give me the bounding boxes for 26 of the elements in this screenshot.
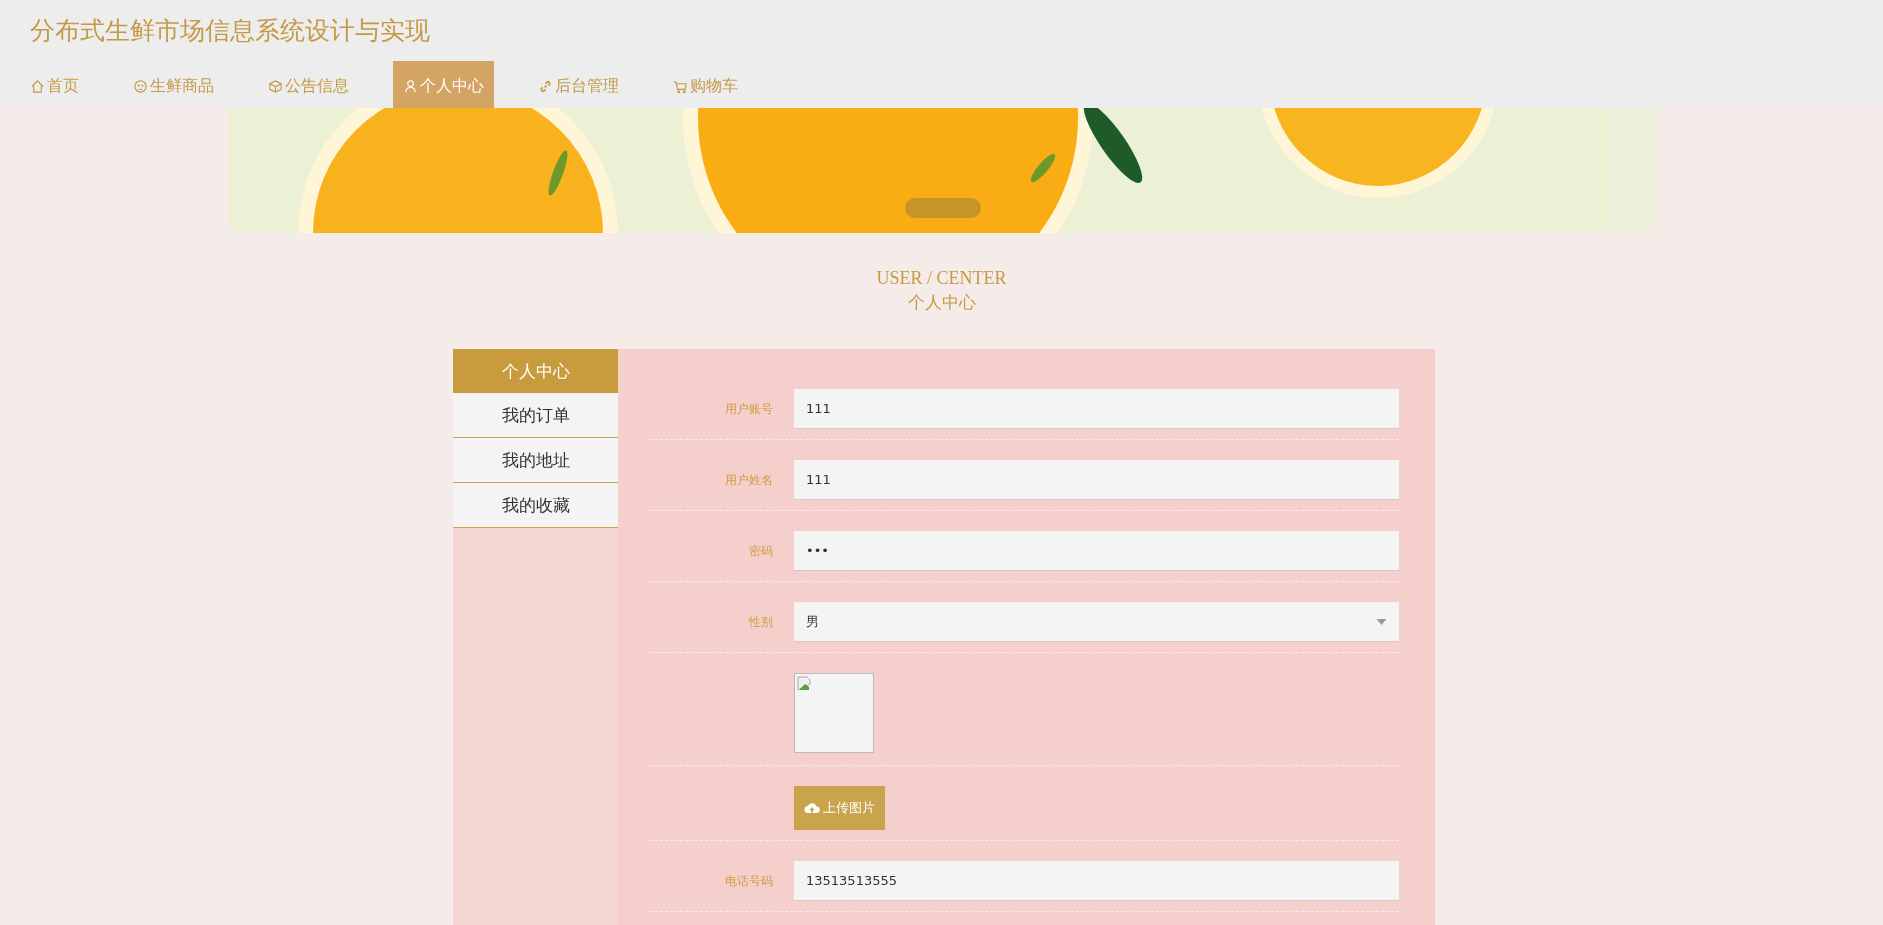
section-title-en: USER / CENTER	[875, 267, 1008, 289]
broken-image-icon	[797, 676, 813, 692]
cloud-upload-icon	[804, 802, 820, 814]
section-title: 个人中心	[906, 291, 977, 314]
carousel-indicator[interactable]	[904, 198, 981, 218]
field-label: 用户姓名	[725, 472, 773, 487]
side-menu-item[interactable]: 我的订单	[453, 393, 618, 438]
select-field[interactable]: 男	[794, 602, 1399, 642]
input-field[interactable]: •••	[794, 531, 1399, 571]
cart-icon	[673, 78, 688, 94]
cube-icon	[268, 78, 283, 94]
side-menu-item[interactable]: 我的地址	[453, 438, 618, 483]
input-field[interactable]: 13513513555	[794, 861, 1399, 901]
field-label: 用户账号	[725, 401, 773, 416]
input-field[interactable]: 111	[794, 460, 1399, 500]
site-title: 分布式生鲜市场信息系统设计与实现	[30, 15, 431, 47]
caret-icon	[1376, 618, 1387, 625]
field-label: 性别	[749, 614, 773, 629]
face-icon	[133, 78, 148, 94]
input-field[interactable]: 111	[794, 389, 1399, 429]
user-icon	[403, 78, 418, 94]
home-icon	[30, 78, 45, 94]
link-icon	[538, 78, 553, 94]
field-label: 密码	[749, 543, 773, 558]
field-label: 电话号码	[725, 873, 773, 888]
side-menu-item[interactable]: 我的收藏	[453, 483, 618, 528]
